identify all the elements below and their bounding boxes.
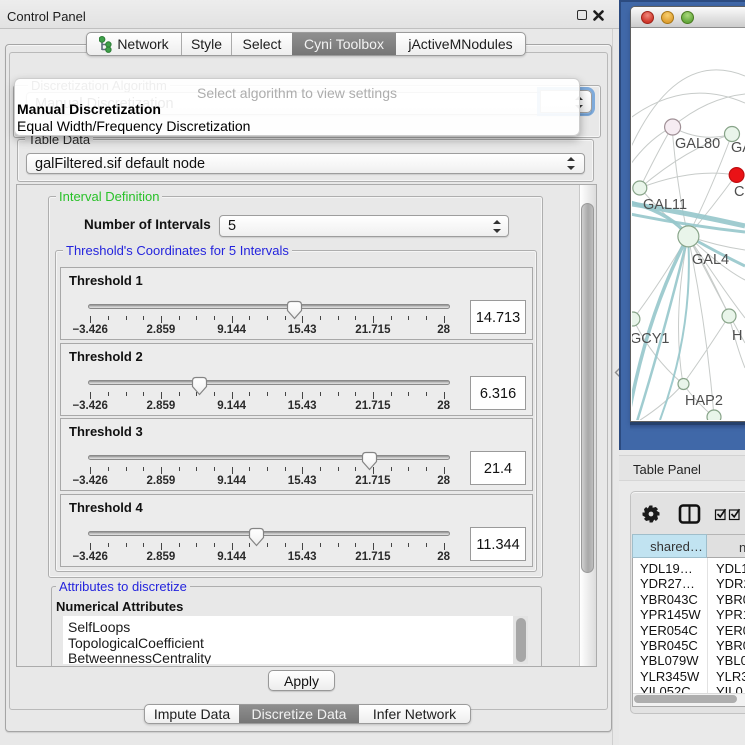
svg-text:H: H xyxy=(732,328,742,344)
svg-text:HAP2: HAP2 xyxy=(685,393,723,409)
svg-text:GAL11: GAL11 xyxy=(643,197,687,213)
svg-text:CO: CO xyxy=(734,184,745,200)
svg-text:GAL4: GAL4 xyxy=(692,252,729,268)
svg-text:GCY1: GCY1 xyxy=(632,331,670,347)
svg-text:GAL80: GAL80 xyxy=(675,136,720,152)
svg-text:GAL2: GAL2 xyxy=(731,140,745,156)
